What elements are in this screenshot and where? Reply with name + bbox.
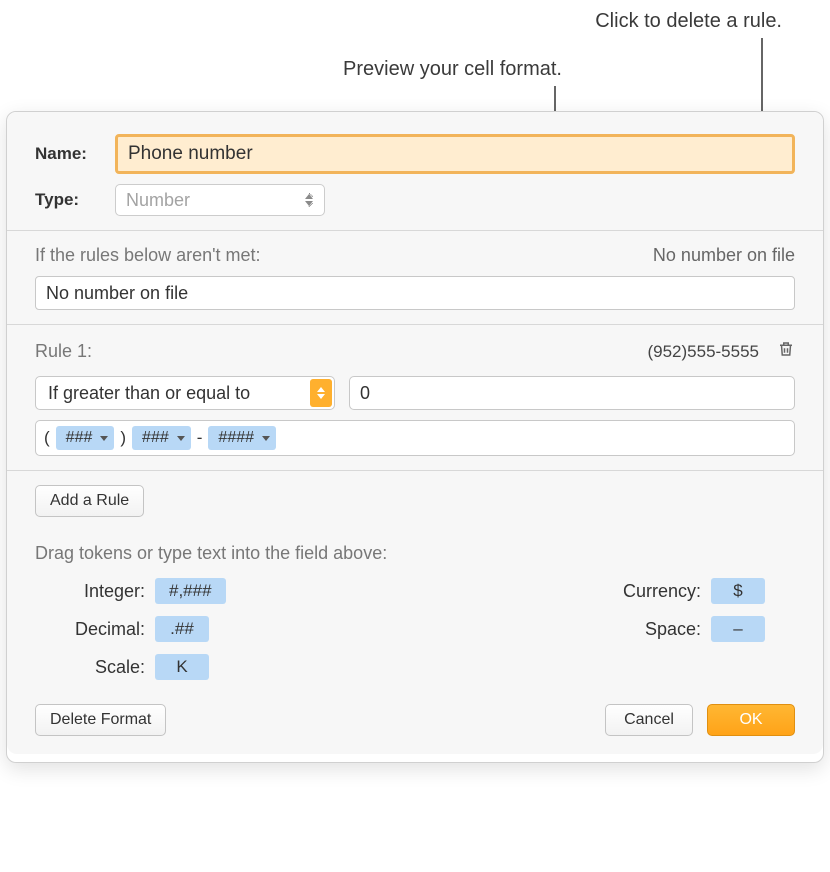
- updown-icon: [300, 185, 318, 215]
- rules-unmet-input[interactable]: [35, 276, 795, 310]
- name-label: Name:: [35, 144, 103, 164]
- condition-value[interactable]: [349, 376, 795, 410]
- add-rule-button[interactable]: Add a Rule: [35, 485, 144, 517]
- type-select[interactable]: Number: [115, 184, 325, 216]
- token-line[interactable]: ####: [208, 426, 276, 450]
- delete-rule-button[interactable]: [777, 339, 795, 364]
- condition-select[interactable]: If greater than or equal to: [35, 376, 335, 410]
- space-token[interactable]: –: [711, 616, 765, 642]
- rule1-preview: (952)555-5555: [647, 342, 759, 362]
- decimal-token[interactable]: .##: [155, 616, 209, 642]
- decimal-label: Decimal:: [35, 619, 145, 640]
- ok-button[interactable]: OK: [707, 704, 795, 736]
- name-input[interactable]: [115, 134, 795, 174]
- condition-label: If greater than or equal to: [48, 383, 250, 404]
- space-label: Space:: [591, 619, 701, 640]
- close-paren: ): [120, 428, 126, 448]
- preview-annotation: Preview your cell format.: [343, 58, 562, 81]
- dash: -: [197, 428, 203, 448]
- token-area-code[interactable]: ###: [56, 426, 115, 450]
- format-field[interactable]: ( ### ) ### - ####: [35, 420, 795, 456]
- scale-label: Scale:: [35, 657, 145, 678]
- currency-token[interactable]: $: [711, 578, 765, 604]
- token-prefix[interactable]: ###: [132, 426, 191, 450]
- delete-annotation: Click to delete a rule.: [595, 10, 782, 33]
- rules-unmet-preview: No number on file: [653, 245, 795, 266]
- rules-unmet-label: If the rules below aren't met:: [35, 245, 261, 266]
- type-value: Number: [126, 190, 190, 211]
- trash-icon: [777, 339, 795, 359]
- scale-token[interactable]: K: [155, 654, 209, 680]
- cancel-button[interactable]: Cancel: [605, 704, 693, 736]
- currency-label: Currency:: [591, 581, 701, 602]
- delete-format-button[interactable]: Delete Format: [35, 704, 166, 736]
- format-dialog: Name: Type: Number If the rules below ar…: [6, 111, 824, 763]
- integer-token[interactable]: #,###: [155, 578, 226, 604]
- drag-hint: Drag tokens or type text into the field …: [35, 543, 795, 564]
- type-label: Type:: [35, 190, 103, 210]
- rule1-label: Rule 1:: [35, 341, 92, 362]
- integer-label: Integer:: [35, 581, 145, 602]
- open-paren: (: [44, 428, 50, 448]
- stepper-icon: [310, 379, 332, 407]
